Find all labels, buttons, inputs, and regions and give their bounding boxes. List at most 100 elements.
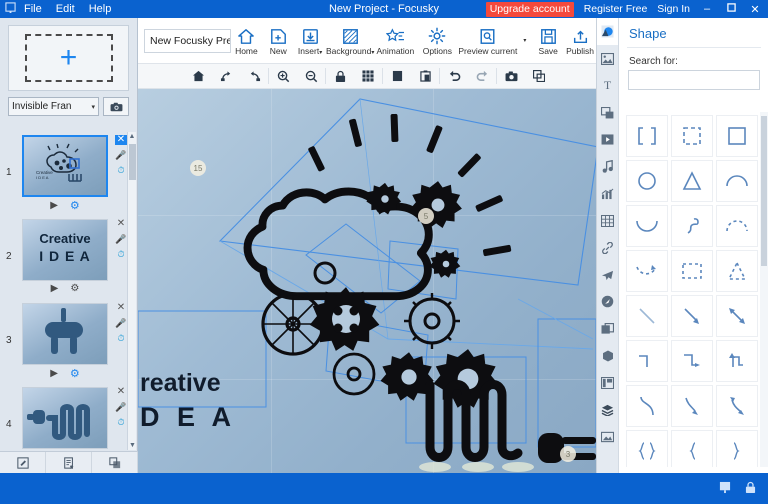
undo-icon[interactable]: [440, 64, 468, 88]
scroll-down-icon[interactable]: ▼: [128, 441, 137, 450]
rail-item-media[interactable]: [597, 423, 618, 450]
toolbar-overflow-caret[interactable]: ▾: [517, 37, 532, 44]
maximize-button[interactable]: [724, 3, 738, 15]
rail-item-link[interactable]: [597, 234, 618, 261]
close-icon[interactable]: ✕: [117, 219, 125, 229]
capture-frame-button[interactable]: [103, 97, 129, 116]
fill-icon[interactable]: [383, 64, 411, 88]
rail-item-music[interactable]: [597, 153, 618, 180]
presentation-icon[interactable]: [719, 481, 731, 497]
frame-badge[interactable]: 5: [418, 208, 434, 224]
slides-list[interactable]: 1 Creative I D E A ✕ 🎤 ⏱ ▶ ⚙ 2 Creative …: [0, 131, 138, 451]
rail-item-table[interactable]: [597, 207, 618, 234]
microphone-icon[interactable]: 🎤: [115, 234, 126, 244]
close-icon[interactable]: ✕: [117, 387, 125, 397]
shape-brace-both[interactable]: [626, 430, 668, 467]
timer-icon[interactable]: ⏱: [117, 417, 124, 427]
rail-item-video[interactable]: [597, 126, 618, 153]
scrollbar-thumb[interactable]: [761, 116, 767, 266]
slide-item-1[interactable]: 1 Creative I D E A ✕ 🎤 ⏱ ▶ ⚙: [0, 131, 138, 215]
insert-button[interactable]: Insert▾: [294, 19, 326, 63]
zoom-in-icon[interactable]: [269, 64, 297, 88]
timer-icon[interactable]: ⏱: [117, 249, 124, 259]
publish-button[interactable]: Publish: [564, 19, 596, 63]
canvas-heading-line2[interactable]: D E A: [140, 402, 236, 433]
gear-icon[interactable]: ⚙: [70, 283, 79, 294]
edit-frame-icon[interactable]: [0, 452, 46, 473]
play-icon[interactable]: ▶: [50, 200, 58, 211]
shape-squiggle[interactable]: [671, 205, 713, 247]
play-icon[interactable]: ▶: [51, 283, 59, 294]
shape-triangle[interactable]: [671, 160, 713, 202]
timer-icon[interactable]: ⏱: [117, 165, 124, 175]
options-button[interactable]: Options: [416, 19, 458, 63]
close-icon[interactable]: ✕: [117, 303, 125, 313]
rail-item-cube[interactable]: [597, 342, 618, 369]
add-note-icon[interactable]: [46, 452, 92, 473]
rail-item-web[interactable]: [597, 288, 618, 315]
zoom-out-icon[interactable]: [297, 64, 325, 88]
gear-icon[interactable]: ⚙: [70, 199, 80, 212]
camera-icon[interactable]: [497, 64, 525, 88]
rail-item-text[interactable]: T: [597, 72, 618, 99]
shape-brackets[interactable]: [626, 115, 668, 157]
grid-icon[interactable]: [354, 64, 382, 88]
slide-canvas[interactable]: reative D E A 15 5 3: [138, 89, 596, 473]
shape-arc-down[interactable]: [626, 205, 668, 247]
slide-thumbnail[interactable]: Creative I D E A: [22, 219, 108, 281]
close-icon[interactable]: ✕: [114, 135, 128, 145]
rail-item-gallery[interactable]: [597, 315, 618, 342]
slide-thumbnail[interactable]: [22, 387, 108, 449]
register-free-link[interactable]: Register Free: [584, 3, 648, 15]
slide-item-4[interactable]: 4 ✕ 🎤 ⏱: [0, 383, 138, 451]
gear-icon[interactable]: ⚙: [70, 367, 80, 380]
shape-line[interactable]: [626, 295, 668, 337]
scrollbar-thumb[interactable]: [129, 144, 136, 180]
shape-curve-double-arrow[interactable]: [716, 385, 758, 427]
microphone-icon[interactable]: 🎤: [115, 318, 126, 328]
shape-curve-arrow[interactable]: [671, 385, 713, 427]
lock-icon[interactable]: [745, 481, 756, 497]
search-input[interactable]: [628, 70, 760, 90]
menu-file[interactable]: File: [24, 3, 42, 15]
add-frame-button[interactable]: +: [8, 25, 129, 91]
frame-badge[interactable]: 15: [190, 160, 206, 176]
home-icon[interactable]: [184, 64, 212, 88]
shape-elbow-3[interactable]: [716, 340, 758, 382]
shape-arc-up[interactable]: [716, 160, 758, 202]
project-title-input[interactable]: New Focusky Presenta: [144, 28, 231, 53]
duplicate-frame-icon[interactable]: [92, 452, 138, 473]
frame-type-select[interactable]: Invisible Fran ▾: [8, 97, 99, 116]
shape-dashed-rect[interactable]: [671, 250, 713, 292]
shape-panel-scrollbar[interactable]: [760, 112, 768, 467]
rotate-right-icon[interactable]: [212, 64, 240, 88]
save-button[interactable]: Save: [532, 19, 564, 63]
shape-brace-right[interactable]: [716, 430, 758, 467]
background-button[interactable]: Background▾: [326, 19, 374, 63]
shape-s-curve[interactable]: [626, 385, 668, 427]
slide-item-2[interactable]: 2 Creative I D E A ✕ 🎤 ⏱ ▶ ⚙: [0, 215, 138, 299]
shape-dashed-square[interactable]: [671, 115, 713, 157]
shape-dashed-triangle[interactable]: [716, 250, 758, 292]
microphone-icon[interactable]: 🎤: [115, 150, 126, 160]
menu-edit[interactable]: Edit: [56, 3, 75, 15]
microphone-icon[interactable]: 🎤: [115, 402, 126, 412]
shape-arrow-diagonal[interactable]: [671, 295, 713, 337]
rail-item-layers[interactable]: [597, 396, 618, 423]
play-icon[interactable]: ▶: [50, 368, 58, 379]
shape-elbow-1[interactable]: [626, 340, 668, 382]
slide-item-3[interactable]: 3 ✕ 🎤 ⏱ ▶ ⚙: [0, 299, 138, 383]
redo-icon[interactable]: [468, 64, 496, 88]
duplicate-icon[interactable]: [525, 64, 553, 88]
shape-square[interactable]: [716, 115, 758, 157]
rail-item-image[interactable]: [597, 45, 618, 72]
minimize-button[interactable]: –: [700, 3, 714, 15]
preview-current-button[interactable]: Preview current: [458, 19, 517, 63]
timer-icon[interactable]: ⏱: [117, 333, 124, 343]
sign-in-link[interactable]: Sign In: [657, 3, 690, 15]
shape-double-arrow[interactable]: [716, 295, 758, 337]
shape-brace-left[interactable]: [671, 430, 713, 467]
animation-button[interactable]: Animation: [374, 19, 416, 63]
scroll-up-icon[interactable]: ▲: [128, 132, 136, 141]
new-button[interactable]: New: [262, 19, 294, 63]
